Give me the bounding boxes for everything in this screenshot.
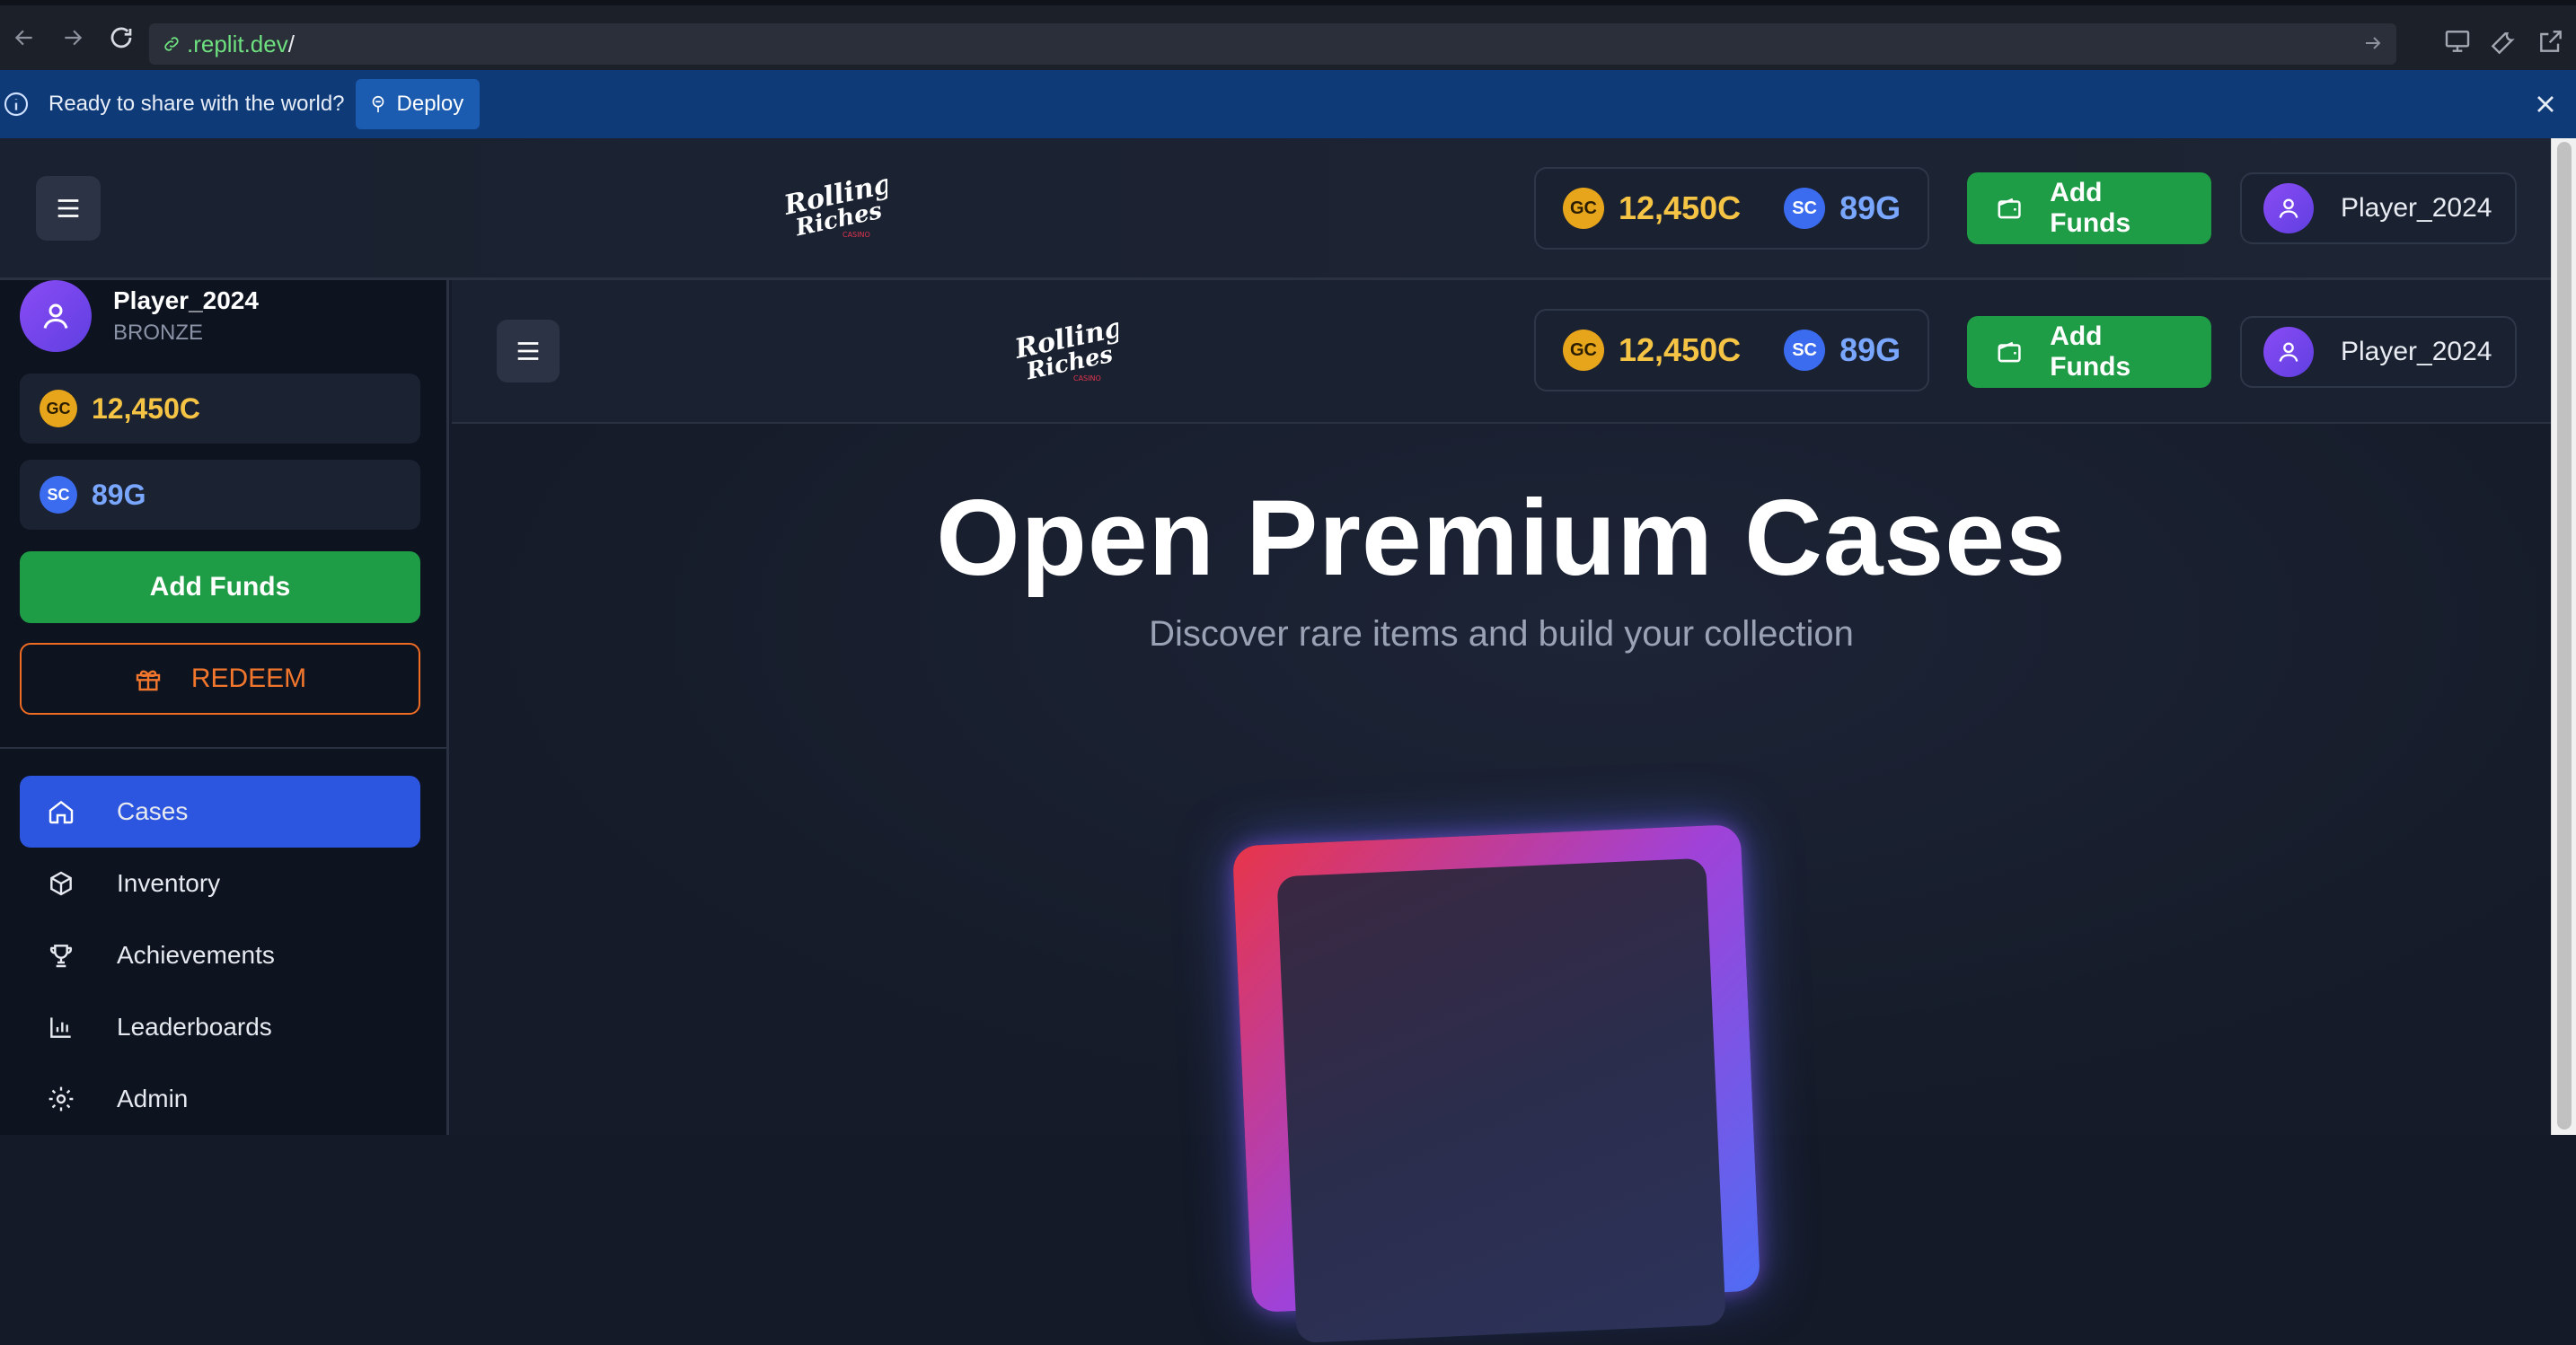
wrench-icon[interactable] [2490, 27, 2519, 56]
menu-button[interactable] [36, 176, 101, 241]
sidebar-sc-balance: SC 89G [20, 460, 420, 530]
avatar [2263, 183, 2314, 233]
sc-coin-icon: SC [40, 476, 77, 514]
app-viewport: Rolling Riches CASINO GC 12,450C SC 89G … [0, 138, 2551, 1343]
sc-coin-icon: SC [1784, 330, 1826, 371]
sidebar-item-inventory[interactable]: Inventory [20, 848, 420, 919]
arrow-left-icon [14, 30, 32, 46]
inner-header: Rolling Riches CASINO GC 12,450C SC 89G … [452, 280, 2551, 424]
top-header: Rolling Riches CASINO GC 12,450C SC 89G … [0, 138, 2551, 280]
banner-message: Ready to share with the world? [49, 92, 345, 116]
page-title: Open Premium Cases [936, 478, 2067, 598]
sc-coin-icon: SC [1784, 188, 1826, 229]
user-icon [2279, 198, 2298, 218]
sidebar-item-label: Admin [117, 1085, 189, 1112]
scrollbar[interactable] [2551, 138, 2576, 1135]
sidebar-item-leaderboards[interactable]: Leaderboards [20, 991, 420, 1063]
user-menu-button[interactable]: Player_2024 [2240, 172, 2518, 244]
sidebar-gc-balance: GC 12,450C [20, 374, 420, 444]
gc-balance: 12,450C [1619, 331, 1742, 368]
user-menu-button[interactable]: Player_2024 [2240, 316, 2518, 388]
add-funds-button[interactable]: Add Funds [1967, 172, 2211, 244]
case-card-inner [1276, 857, 1726, 1343]
gc-coin-icon: GC [40, 390, 77, 427]
deploy-icon [372, 95, 384, 113]
sidebar-item-achievements[interactable]: Achievements [20, 919, 420, 991]
sidebar-user[interactable]: Player_2024 BRONZE [20, 280, 259, 352]
back-button[interactable] [0, 13, 49, 62]
main-content: Rolling Riches CASINO GC 12,450C SC 89G … [452, 280, 2551, 1343]
sidebar-item-admin[interactable]: Admin [20, 1063, 420, 1135]
menu-button[interactable] [497, 320, 560, 382]
sidebar: Player_2024 BRONZE GC 12,450C SC 89G Add… [0, 280, 449, 1135]
sidebar-add-funds-button[interactable]: Add Funds [20, 551, 420, 623]
sidebar-item-label: Leaderboards [117, 1013, 272, 1041]
sc-balance: 89G [1839, 331, 1901, 368]
wallet-icon [1998, 198, 2021, 219]
forward-button[interactable] [49, 13, 97, 62]
home-icon [49, 800, 74, 824]
avatar [20, 280, 92, 352]
premium-case-card[interactable] [1231, 823, 1761, 1343]
desktop-icon[interactable] [2443, 27, 2472, 56]
sidebar-item-label: Cases [117, 797, 189, 825]
url-path: / [287, 30, 295, 57]
divider [0, 747, 446, 749]
sidebar-tier: BRONZE [113, 321, 204, 345]
wallet-icon [1998, 341, 2021, 363]
url-bar[interactable]: .replit.dev / [149, 23, 2396, 65]
go-arrow-icon[interactable] [2362, 32, 2384, 54]
sidebar-item-label: Achievements [117, 941, 275, 969]
gear-icon [49, 1086, 74, 1112]
rolling-riches-logo[interactable]: Rolling Riches CASINO [1010, 321, 1118, 384]
balance-display[interactable]: GC 12,450C SC 89G [1534, 309, 1930, 391]
gc-balance: 12,450C [1619, 189, 1742, 226]
gc-balance: 12,450C [92, 391, 200, 425]
sidebar-username: Player_2024 [113, 286, 259, 314]
browser-toolbar: .replit.dev / [0, 0, 2576, 70]
external-link-icon[interactable] [2536, 27, 2565, 56]
redeem-button[interactable]: REDEEM [20, 643, 420, 715]
add-funds-label: Add Funds [2050, 321, 2131, 382]
url-domain: .replit.dev [187, 30, 288, 57]
box-icon [50, 871, 72, 896]
username: Player_2024 [2341, 193, 2492, 223]
deploy-banner: Ready to share with the world? Deploy [0, 70, 2576, 138]
info-icon [4, 92, 29, 117]
hamburger-icon [57, 199, 79, 217]
username: Player_2024 [2341, 337, 2492, 366]
close-icon[interactable] [2531, 90, 2560, 119]
svg-text:CASINO: CASINO [1073, 374, 1101, 382]
gc-coin-icon: GC [1563, 330, 1604, 371]
sc-balance: 89G [92, 478, 146, 511]
rolling-riches-logo[interactable]: Rolling Riches CASINO [780, 178, 887, 241]
trophy-icon [49, 945, 73, 968]
sc-balance: 89G [1839, 189, 1901, 226]
gc-coin-icon: GC [1563, 188, 1604, 229]
arrow-right-icon [65, 30, 83, 46]
link-icon [164, 37, 179, 51]
redeem-label: REDEEM [190, 664, 307, 693]
avatar [2263, 327, 2314, 377]
sidebar-item-cases[interactable]: Cases [20, 776, 420, 848]
page-subtitle: Discover rare items and build your colle… [1149, 614, 1854, 654]
gift-icon [136, 670, 161, 691]
deploy-button[interactable]: Deploy [355, 79, 481, 129]
deploy-label: Deploy [396, 92, 464, 116]
user-icon [43, 303, 68, 329]
bar-chart-icon [50, 1017, 71, 1038]
reload-icon [110, 27, 132, 48]
reload-button[interactable] [97, 13, 146, 62]
add-funds-label: Add Funds [2050, 178, 2131, 238]
user-icon [2279, 342, 2298, 362]
hamburger-icon [517, 342, 539, 360]
svg-text:CASINO: CASINO [842, 231, 870, 239]
balance-display[interactable]: GC 12,450C SC 89G [1534, 167, 1930, 250]
sidebar-item-label: Inventory [117, 869, 221, 897]
add-funds-button[interactable]: Add Funds [1967, 316, 2211, 388]
scroll-thumb[interactable] [2557, 142, 2572, 1130]
